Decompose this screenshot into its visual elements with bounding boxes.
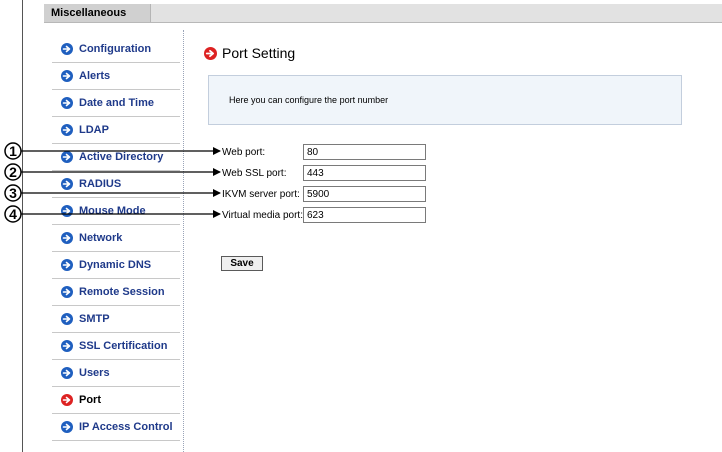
callout-3: 3 — [4, 184, 221, 202]
callout-annotations: 1 2 3 4 — [4, 142, 221, 223]
callout-2: 2 — [4, 163, 221, 181]
callout-1: 1 — [4, 142, 221, 160]
callout-number: 4 — [9, 206, 17, 222]
callout-number: 1 — [9, 143, 17, 159]
callout-number: 3 — [9, 185, 17, 201]
callout-number: 2 — [9, 164, 17, 180]
callout-4: 4 — [4, 205, 221, 223]
